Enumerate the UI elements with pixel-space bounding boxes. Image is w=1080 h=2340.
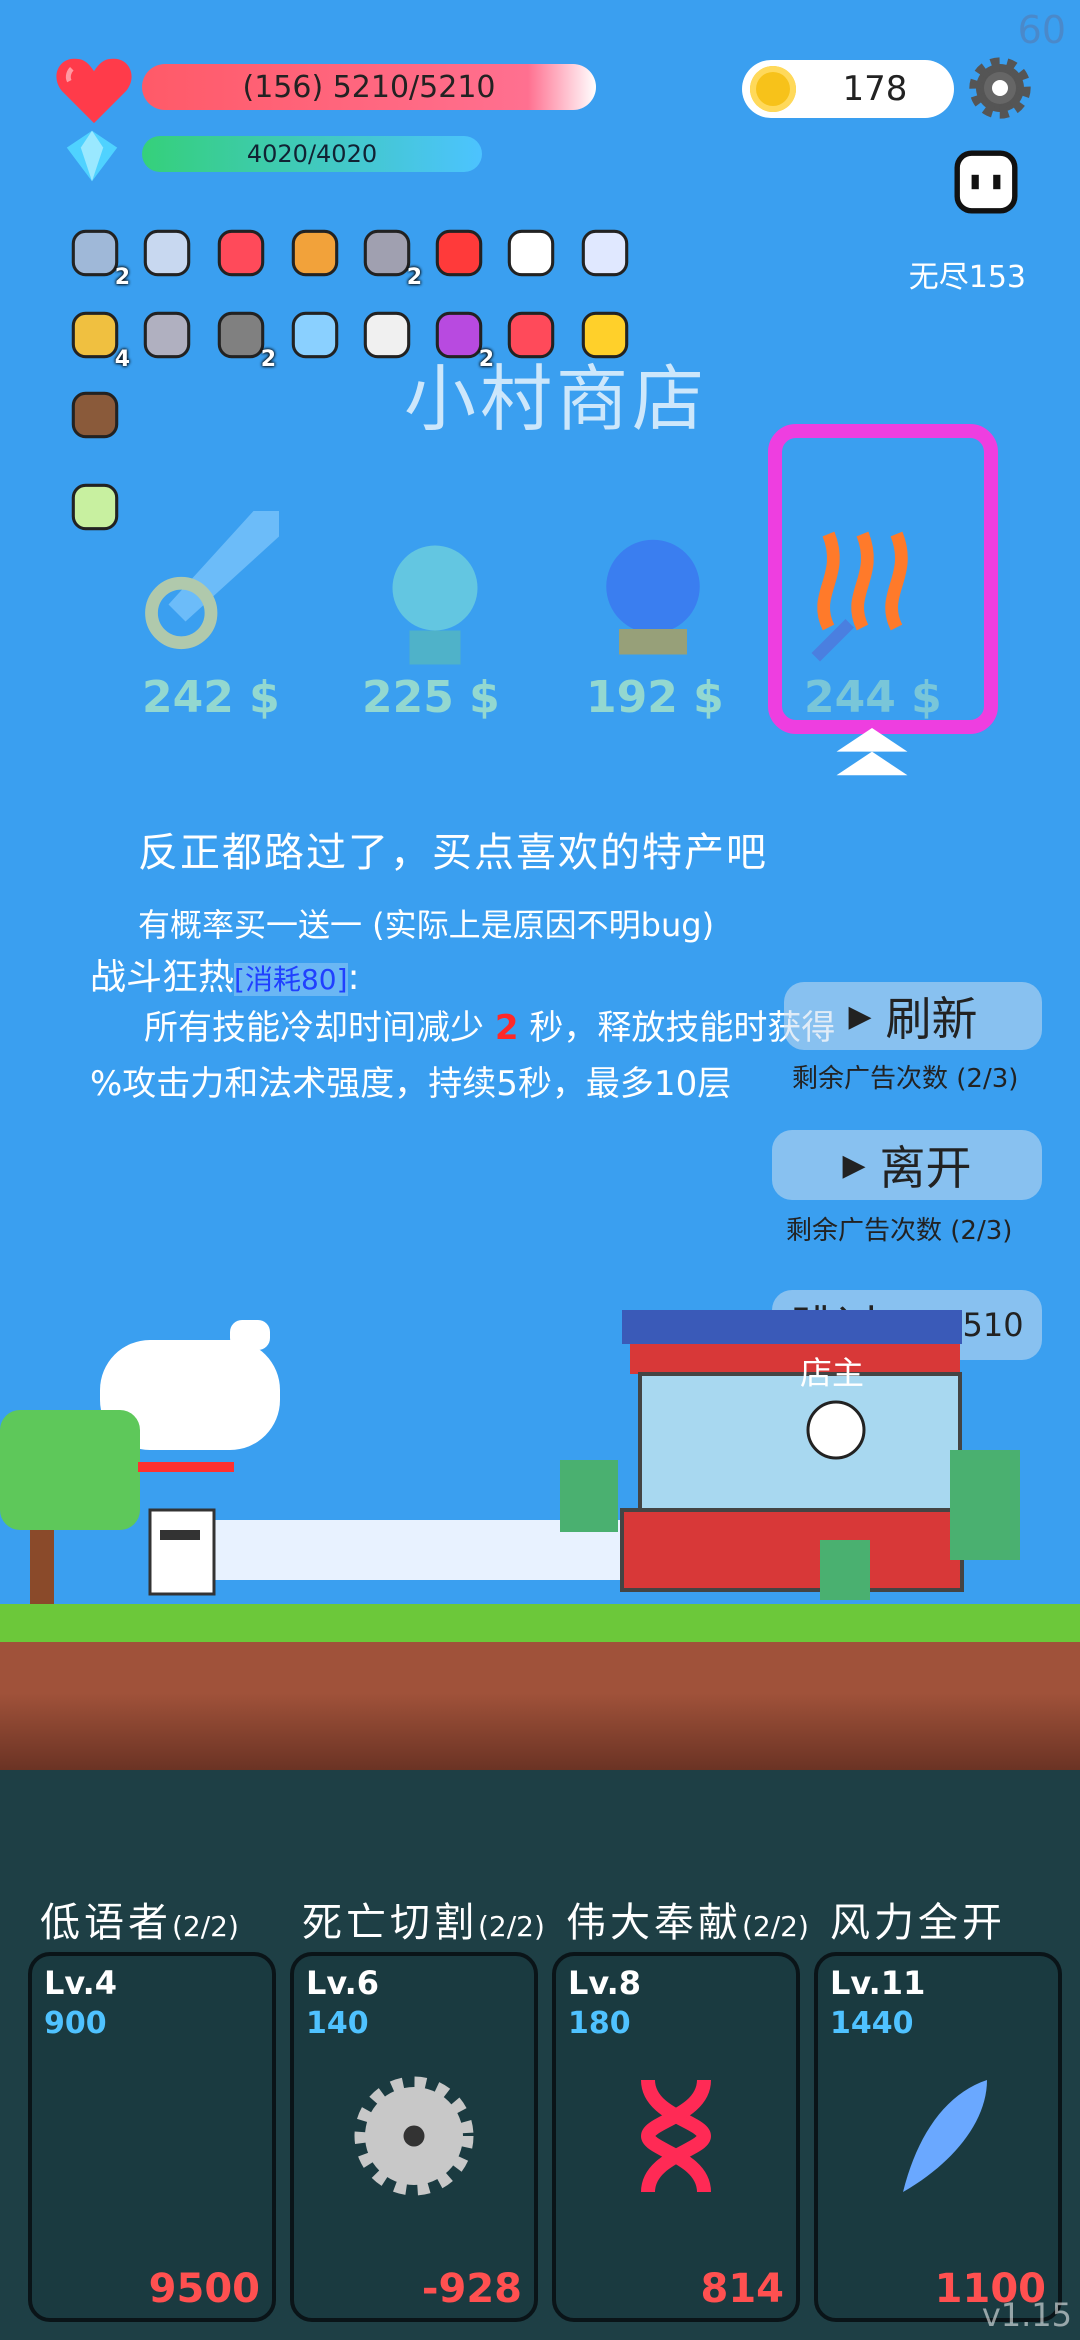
shopkeeper-label: 店主 [800,1354,865,1392]
hp-bar: (156) 5210/5210 [142,64,596,110]
video-ad-icon-2: ▶ [842,1147,866,1183]
skill-name-4: 风力全开 [830,1900,1006,1946]
refresh-button-label: 刷新 [885,992,978,1046]
refresh-button[interactable]: ▶ 刷新 [784,982,1042,1050]
shop-subline: 有概率买一送一 (实际上是原因不明bug) [138,906,715,944]
leave-button[interactable]: ▶ 离开 [772,1130,1042,1200]
lightbulb-icon[interactable] [64,476,126,538]
skill-card-4[interactable]: Lv.11 1440 1100 [814,1952,1062,2322]
skill-cost: 180 [568,2006,631,2041]
ring-icon[interactable] [574,222,636,284]
skill-value: 814 [700,2266,785,2312]
skill-name-2: 死亡切割(2/2) [302,1900,545,1946]
mana-bar: 4020/4020 [142,136,482,172]
horned-helmet-icon[interactable] [136,304,198,366]
fps-counter: 60 [1017,8,1066,52]
short-sword-icon[interactable] [136,222,198,284]
effect-cost: 消耗80 [244,963,337,996]
leave-button-label: 离开 [879,1141,972,1195]
video-ad-icon: ▶ [848,998,872,1034]
coconut-icon[interactable] [64,384,126,446]
meteor-icon[interactable]: 2 [210,304,276,372]
strawberry-icon[interactable] [210,222,272,284]
version-label: v1.15 [981,2296,1072,2334]
saw-blade-icon [354,2076,474,2196]
shop-item-sword-ring[interactable] [126,494,296,664]
skill-cost: 140 [306,2006,369,2041]
shop-price-3: 192 $ [586,672,724,723]
dna-icon [640,2079,712,2193]
shop-headline: 反正都路过了，买点喜欢的特产吧 [138,830,768,876]
skill-card-1[interactable]: Lv.4 900 9500 [28,1952,276,2322]
shop-price-2: 225 $ [362,672,500,723]
skill-level: Lv.8 [568,1964,642,2002]
leave-ads-remaining: 剩余广告次数 (2/3) [786,1216,1013,1246]
crescent-moon-icon [117,2080,173,2192]
settings-gear-icon[interactable] [968,56,1032,120]
heart-icon [56,58,132,124]
shop-item-spirit[interactable] [350,520,520,690]
sword-icon[interactable]: 2 [64,222,130,290]
effect-name-text: 战斗狂热 [90,957,235,998]
skill-level: Lv.6 [306,1964,380,2002]
apple-icon[interactable] [428,222,490,284]
skill-cost: 1440 [830,2006,914,2041]
skill-card-3[interactable]: Lv.8 180 814 [552,1952,800,2322]
item-count: 4 [114,347,130,372]
effect-number: 2 [494,1008,519,1048]
shop-title: 小村商店 [404,357,709,441]
skill-value: 9500 [148,2266,260,2312]
skill-level: Lv.4 [44,1964,118,2002]
axe-icon[interactable]: 2 [356,222,422,290]
ground-grass [0,1604,1080,1642]
skill-card-2[interactable]: Lv.6 140 -928 [290,1952,538,2322]
selection-arrow-icon [836,728,908,776]
ghost-mode-icon[interactable] [950,146,1022,218]
feather-icon [903,2080,987,2192]
skill-level: Lv.11 [830,1964,926,2002]
coin-icon [750,66,796,112]
item-count: 2 [114,265,130,290]
endless-mode-label: 无尽153 [908,260,1026,295]
item-count: 2 [260,347,276,372]
book-icon[interactable] [284,222,346,284]
shop-item-crystal-orb[interactable] [568,510,738,680]
effect-text-pre: 所有技能冷却时间减少 [144,1008,485,1048]
coin-value: 178 [842,69,908,109]
mana-crystal-icon [66,130,118,182]
skill-value: -928 [421,2266,522,2312]
coin-counter: 178 [742,60,954,118]
item-count: 2 [406,265,422,290]
bow-icon[interactable]: 4 [64,304,130,372]
ground-dirt [0,1642,1080,1770]
shop-price-4: 244 $ [804,672,942,723]
potion-icon[interactable] [284,304,346,366]
item-effect-name: 战斗狂热[消耗80]: [90,957,360,998]
refresh-ads-remaining: 剩余广告次数 (2/3) [792,1064,1019,1094]
shop-price-1: 242 $ [142,672,280,723]
skill-name-1: 低语者(2/2) [40,1900,239,1946]
battle-scene [0,1310,1020,1610]
effect-text-line2: %攻击力和法术强度，持续5秒，最多10层 [90,1064,732,1104]
skill-cost: 900 [44,2006,107,2041]
skill-name-3: 伟大奉献(2/2) [566,1900,809,1946]
ghost-icon[interactable] [500,222,562,284]
